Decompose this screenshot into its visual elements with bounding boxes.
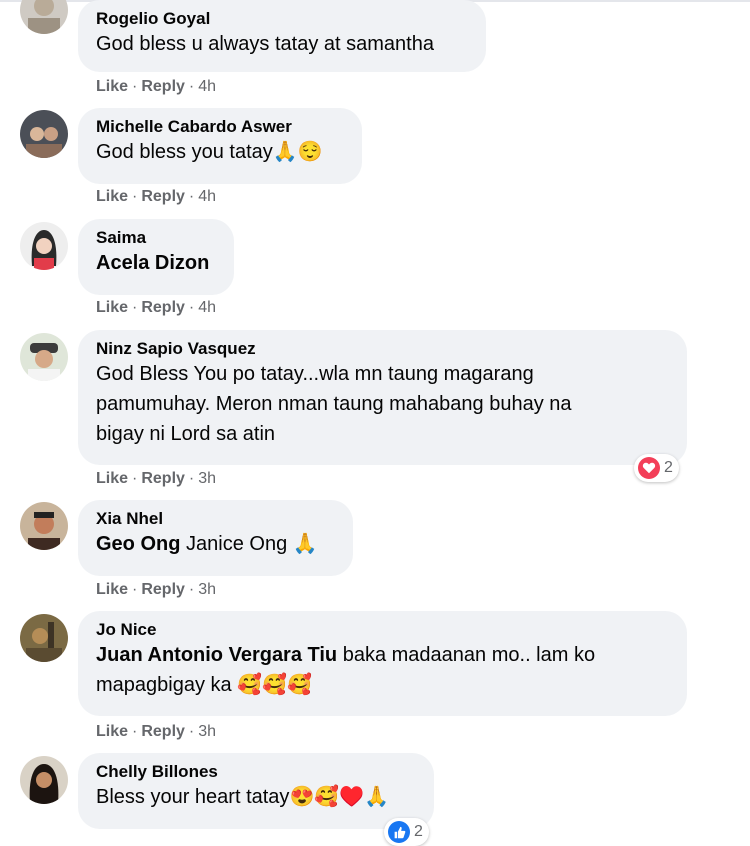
comment-actions: Like · Reply · 4h: [96, 78, 217, 95]
emoji-reactions: 🙏: [292, 533, 318, 555]
comment-author[interactable]: Jo Nice: [96, 620, 669, 640]
comment-actions: Like · Reply · 3h: [96, 581, 217, 598]
like-link[interactable]: Like: [96, 581, 128, 598]
timestamp[interactable]: 4h: [198, 299, 216, 316]
heart-icon: [638, 457, 660, 479]
comment-bubble: Saima Acela Dizon: [78, 219, 234, 295]
emoji-reactions: 😍🥰♥️🙏: [289, 786, 390, 808]
timestamp[interactable]: 4h: [198, 78, 216, 95]
comment-author[interactable]: Xia Nhel: [96, 509, 335, 529]
timestamp[interactable]: 3h: [198, 581, 216, 598]
comment-bubble: Jo Nice Juan Antonio Vergara Tiu baka ma…: [78, 611, 687, 716]
reaction-count: 2: [414, 823, 423, 840]
comment-actions: Like · Reply · 4h: [96, 188, 217, 205]
reaction-count: 2: [664, 459, 673, 476]
reply-link[interactable]: Reply: [141, 78, 185, 95]
reply-link[interactable]: Reply: [141, 299, 185, 316]
comment-text: Juan Antonio Vergara Tiu baka madaanan m…: [96, 644, 596, 666]
comment-bubble: Ninz Sapio Vasquez God Bless You po tata…: [78, 330, 687, 465]
reply-link[interactable]: Reply: [141, 723, 185, 740]
comment-actions: Like · Reply · 3h: [96, 723, 217, 740]
like-link[interactable]: Like: [96, 78, 128, 95]
emoji-reactions: 🥰🥰🥰: [237, 674, 312, 696]
comment-text-line: pamumuhay. Meron nman taung mahabang buh…: [96, 393, 572, 415]
mention-link[interactable]: Acela Dizon: [96, 248, 216, 278]
timestamp[interactable]: 3h: [198, 470, 216, 487]
comment-author[interactable]: Rogelio Goyal: [96, 9, 468, 29]
comment-text: God bless you tatay🙏😌: [96, 141, 323, 163]
comment-text-line: bigay ni Lord sa atin: [96, 423, 276, 445]
avatar[interactable]: [20, 614, 68, 662]
comment-author[interactable]: Michelle Cabardo Aswer: [96, 117, 344, 137]
avatar[interactable]: [20, 333, 68, 381]
comment-text: Geo Ong Janice Ong 🙏: [96, 533, 318, 555]
like-icon: [388, 821, 410, 843]
avatar[interactable]: [20, 110, 68, 158]
like-link[interactable]: Like: [96, 299, 128, 316]
mention-link[interactable]: Geo Ong: [96, 533, 180, 555]
comment-text: Bless your heart tatay😍🥰♥️🙏: [96, 786, 390, 808]
timestamp[interactable]: 4h: [198, 188, 216, 205]
comment-actions: Like · Reply · 3h: [96, 470, 217, 487]
reaction-badge[interactable]: 2: [384, 818, 429, 846]
comment-bubble: Chelly Billones Bless your heart tatay😍🥰…: [78, 753, 434, 829]
emoji-reactions: 🙏😌: [272, 141, 323, 163]
comment-bubble: Michelle Cabardo Aswer God bless you tat…: [78, 108, 362, 184]
reply-link[interactable]: Reply: [141, 188, 185, 205]
comment-text: God bless u always tatay at samantha: [96, 33, 434, 55]
comment-actions: Like · Reply · 4h: [96, 299, 217, 316]
avatar[interactable]: [20, 222, 68, 270]
reply-link[interactable]: Reply: [141, 470, 185, 487]
reaction-badge[interactable]: 2: [634, 454, 679, 482]
comment-bubble: Rogelio Goyal God bless u always tatay a…: [78, 0, 486, 72]
mention-link[interactable]: Juan Antonio Vergara Tiu: [96, 644, 337, 666]
comment-text-line: God Bless You po tatay...wla mn taung ma…: [96, 363, 534, 385]
avatar[interactable]: [20, 756, 68, 804]
like-link[interactable]: Like: [96, 188, 128, 205]
timestamp[interactable]: 3h: [198, 723, 216, 740]
avatar[interactable]: [20, 0, 68, 34]
comment-author[interactable]: Ninz Sapio Vasquez: [96, 339, 669, 359]
like-link[interactable]: Like: [96, 470, 128, 487]
like-link[interactable]: Like: [96, 723, 128, 740]
comment-bubble: Xia Nhel Geo Ong Janice Ong 🙏: [78, 500, 353, 576]
comment-author[interactable]: Saima: [96, 228, 216, 248]
avatar[interactable]: [20, 502, 68, 550]
comment-author[interactable]: Chelly Billones: [96, 762, 416, 782]
comment-text: mapagbigay ka 🥰🥰🥰: [96, 674, 312, 696]
reply-link[interactable]: Reply: [141, 581, 185, 598]
